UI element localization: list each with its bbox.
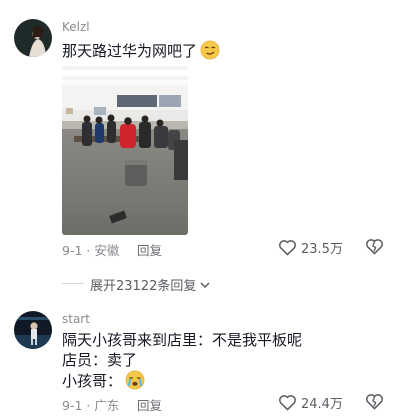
reply-button[interactable]: 回复 <box>137 240 162 259</box>
meta-dot-separator: · <box>86 398 91 413</box>
expand-replies-button[interactable]: 展开23122条回复 <box>90 275 211 294</box>
like-button[interactable]: 23.5万 <box>278 238 343 257</box>
smirk-face-emoji-icon <box>200 40 220 60</box>
heart-icon <box>279 395 296 411</box>
comment-line: 小孩哥： <box>62 370 145 392</box>
comment-location: 安徽 <box>94 243 120 258</box>
comment-meta: 9-1 · 广东 <box>62 395 119 414</box>
like-button[interactable]: 24.4万 <box>278 393 343 412</box>
chevron-down-icon <box>200 281 210 288</box>
comment-text: 那天路过华为网吧了 <box>62 40 220 62</box>
comment-date: 9-1 <box>62 398 83 413</box>
comment-text-body: 那天路过华为网吧了 <box>62 42 198 60</box>
meta-dot-separator: · <box>86 243 91 258</box>
like-count: 23.5万 <box>301 242 343 257</box>
comment-username[interactable]: Kelzl <box>62 20 90 34</box>
comment-line: 店员：卖了 <box>62 351 138 369</box>
avatar[interactable] <box>14 19 52 57</box>
broken-heart-icon <box>366 239 383 255</box>
dislike-button[interactable] <box>365 393 384 414</box>
comment-line: 隔天小孩哥来到店里：不是我平板呢 <box>62 331 303 349</box>
broken-heart-icon <box>366 394 383 410</box>
like-count: 24.4万 <box>301 397 343 412</box>
comment-date: 9-1 <box>62 243 83 258</box>
avatar[interactable] <box>14 311 52 349</box>
heart-icon <box>279 240 296 256</box>
comment-photo[interactable] <box>62 66 188 235</box>
comment-meta: 9-1 · 安徽 <box>62 240 119 259</box>
comment-line-text: 小孩哥： <box>62 372 123 390</box>
crying-face-emoji-icon <box>125 370 145 390</box>
dislike-button[interactable] <box>365 238 384 259</box>
comment-username[interactable]: start <box>62 312 90 326</box>
reply-button[interactable]: 回复 <box>137 395 162 414</box>
comment-location: 广东 <box>94 398 120 413</box>
expand-replies-label: 展开23122条回复 <box>90 279 197 294</box>
divider-line <box>62 283 84 284</box>
